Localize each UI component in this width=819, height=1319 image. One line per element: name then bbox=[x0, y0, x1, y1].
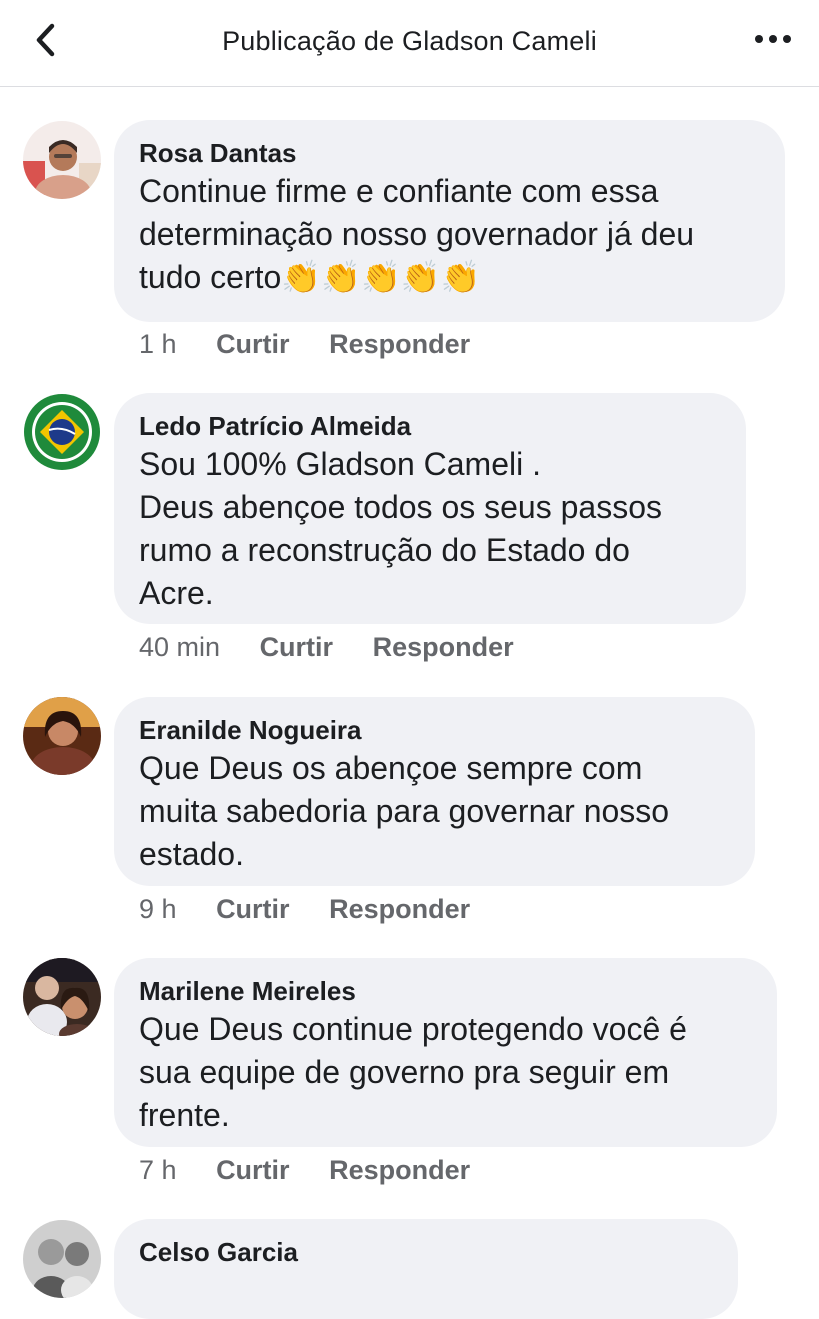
reply-button[interactable]: Responder bbox=[329, 1155, 470, 1185]
comment-author[interactable]: Ledo Patrício Almeida bbox=[139, 409, 722, 443]
comment-meta: 40 min Curtir Responder bbox=[139, 630, 546, 664]
more-dots-icon bbox=[755, 35, 763, 43]
reply-button[interactable]: Responder bbox=[373, 632, 514, 662]
avatar[interactable] bbox=[23, 958, 101, 1036]
more-options-button[interactable] bbox=[753, 26, 793, 54]
comment-author[interactable]: Marilene Meireles bbox=[139, 974, 753, 1008]
comment-time: 40 min bbox=[139, 632, 221, 662]
top-bar: Publicação de Gladson Cameli bbox=[0, 0, 819, 87]
comment-bubble: Celso Garcia bbox=[114, 1219, 738, 1319]
like-button[interactable]: Curtir bbox=[216, 894, 290, 924]
comment-meta: 9 h Curtir Responder bbox=[139, 892, 502, 926]
comment-author[interactable]: Eranilde Nogueira bbox=[139, 713, 731, 747]
comment-text: Que Deus os abençoe sempre com muita sab… bbox=[139, 750, 670, 872]
like-button[interactable]: Curtir bbox=[216, 329, 290, 359]
comment-bubble: Rosa Dantas Continue firme e confiante c… bbox=[114, 120, 785, 322]
like-button[interactable]: Curtir bbox=[260, 632, 334, 662]
like-button[interactable]: Curtir bbox=[216, 1155, 290, 1185]
reply-button[interactable]: Responder bbox=[329, 894, 470, 924]
comment-meta: 7 h Curtir Responder bbox=[139, 1153, 502, 1187]
avatar[interactable] bbox=[23, 121, 101, 199]
avatar[interactable] bbox=[23, 697, 101, 775]
avatar[interactable] bbox=[23, 393, 101, 471]
reply-button[interactable]: Responder bbox=[329, 329, 470, 359]
comment-bubble: Marilene Meireles Que Deus continue prot… bbox=[114, 958, 777, 1147]
page-title: Publicação de Gladson Cameli bbox=[222, 26, 597, 56]
comment-meta: 1 h Curtir Responder bbox=[139, 327, 502, 361]
comment-time: 9 h bbox=[139, 894, 177, 924]
comment-author[interactable]: Rosa Dantas bbox=[139, 136, 761, 170]
comment-text: Que Deus continue protegendo você é sua … bbox=[139, 1011, 687, 1133]
comment-text: Sou 100% Gladson Cameli . Deus abençoe t… bbox=[139, 446, 662, 611]
comment-bubble: Ledo Patrício Almeida Sou 100% Gladson C… bbox=[114, 393, 746, 624]
comment-time: 1 h bbox=[139, 329, 177, 359]
comment-bubble: Eranilde Nogueira Que Deus os abençoe se… bbox=[114, 697, 755, 886]
avatar[interactable] bbox=[23, 1220, 101, 1298]
comment-time: 7 h bbox=[139, 1155, 177, 1185]
comment-text: Continue firme e confiante com essa dete… bbox=[139, 173, 695, 295]
comment-author[interactable]: Celso Garcia bbox=[139, 1235, 714, 1269]
